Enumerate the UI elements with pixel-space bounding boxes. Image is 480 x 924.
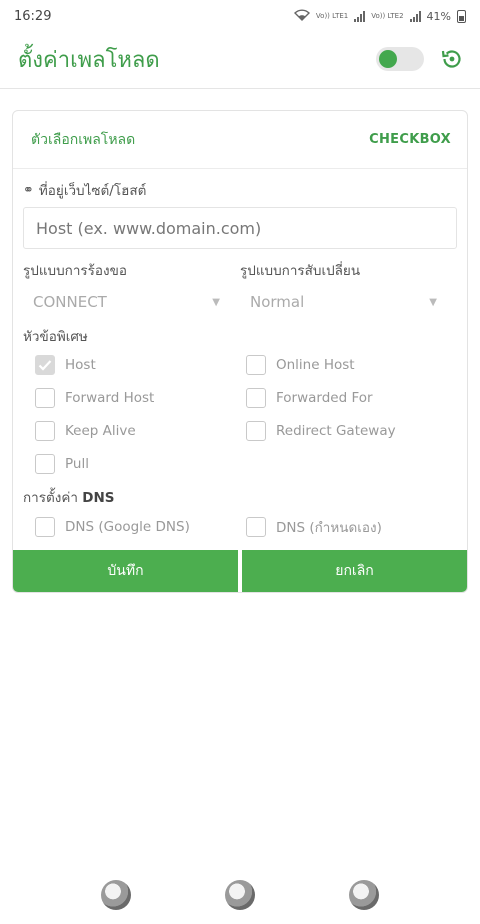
checkbox-label: Keep Alive [65,423,136,439]
card-title: ตัวเลือกเพลโหลด [31,131,136,148]
host-input[interactable]: Host (ex. www.domain.com) [23,207,457,249]
restore-icon[interactable] [440,47,464,71]
checkbox-square-icon [35,454,55,474]
dns-label-prefix: การตั้งค่า [23,490,78,506]
signal-icon-sim1 [354,10,366,22]
checkbox-label: Pull [65,456,89,472]
checkbox-square-icon [246,355,266,375]
chevron-down-icon: ▼ [429,296,437,308]
mode-switch[interactable]: CHECKBOX [369,132,451,147]
system-nav-bar [0,880,480,910]
battery-percent: 41% [426,9,451,23]
link-icon: ⚭ [23,182,34,198]
checkbox-forwarded-for[interactable]: Forwarded For [246,388,457,408]
checkbox-square-icon [246,517,266,537]
page-title: ตั้งค่าเพลโหลด [18,47,160,73]
toggle-knob [379,50,397,68]
injection-method-select[interactable]: Normal ▼ [240,285,457,319]
payload-options-card: ตัวเลือกเพลโหลด CHECKBOX ⚭ ที่อยู่เว็บไซ… [12,110,468,593]
checkbox-online-host[interactable]: Online Host [246,355,457,375]
injection-method-label: รูปแบบการสับเปลี่ยน [240,263,361,279]
checkbox-label: Redirect Gateway [276,423,396,439]
request-method-value: CONNECT [33,293,107,311]
status-icons: Vo)) LTE1 Vo)) LTE2 41% [293,8,466,24]
card-actions: บันทึก ยกเลิก [13,550,467,592]
checkbox-square-icon [35,388,55,408]
checkbox-label: Online Host [276,357,355,373]
checkbox-square-icon [246,421,266,441]
dns-settings-label: การตั้งค่า DNS [23,486,457,508]
signal-icon-sim2 [409,10,421,22]
header-divider [0,88,480,89]
checkbox-keep-alive[interactable]: Keep Alive [35,421,246,441]
save-button[interactable]: บันทึก [13,550,238,592]
request-method-label: รูปแบบการร้องขอ [23,263,127,279]
checkbox-square-icon [35,421,55,441]
checkbox-redirect-gateway[interactable]: Redirect Gateway [246,421,457,441]
host-label-text: ที่อยู่เว็บไซต์/โฮสต์ [38,183,147,199]
checkbox-label: DNS (Google DNS) [65,519,190,535]
cancel-button[interactable]: ยกเลิก [242,550,467,592]
checkbox-host[interactable]: Host [35,355,246,375]
clock: 16:29 [14,8,52,24]
checkbox-pull[interactable]: Pull [35,454,246,474]
status-bar: 16:29 Vo)) LTE1 Vo)) LTE2 41% [0,0,480,32]
battery-icon [457,9,466,23]
nav-recents-button[interactable] [101,880,131,910]
card-header: ตัวเลือกเพลโหลด CHECKBOX [13,111,467,169]
injection-method-value: Normal [250,293,305,311]
checkbox-label: Forward Host [65,390,155,406]
sim1-label: Vo)) LTE1 [315,11,349,20]
checkbox-square-icon [246,388,266,408]
checkbox-google-dns[interactable]: DNS (Google DNS) [35,516,246,538]
checkbox-label: Host [65,357,96,373]
payload-toggle[interactable] [376,47,424,71]
request-method-select[interactable]: CONNECT ▼ [23,285,240,319]
extra-headers-label: หัวข้อพิเศษ [23,329,88,345]
checkbox-square-icon [35,517,55,537]
checkbox-custom-dns[interactable]: DNS (กำหนดเอง) [246,516,457,538]
sim2-label: Vo)) LTE2 [371,11,404,20]
checkbox-label: DNS (กำหนดเอง) [276,520,382,536]
host-label: ⚭ ที่อยู่เว็บไซต์/โฮสต์ [23,179,457,201]
checkbox-label: Forwarded For [276,390,373,406]
nav-home-button[interactable] [225,880,255,910]
chevron-down-icon: ▼ [212,296,220,308]
wifi-icon [293,8,310,24]
app-bar: ตั้งค่าเพลโหลด [0,32,480,86]
dns-label-bold: DNS [82,490,115,506]
dns-checkbox-grid: DNS (Google DNS) DNS (กำหนดเอง) [23,516,457,538]
check-icon [35,355,55,375]
nav-back-button[interactable] [349,880,379,910]
headers-checkbox-grid: Host Online Host Forward Host Forwarded … [23,355,457,474]
host-placeholder: Host (ex. www.domain.com) [36,218,262,238]
checkbox-forward-host[interactable]: Forward Host [35,388,246,408]
